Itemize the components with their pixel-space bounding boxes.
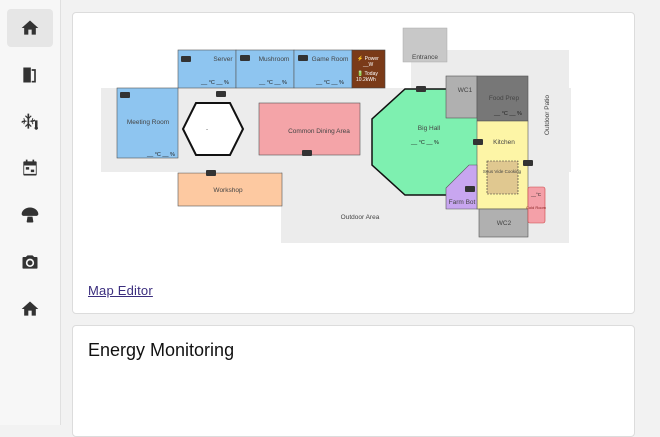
nav-house[interactable]	[7, 290, 53, 328]
sous-vide-station[interactable]	[486, 160, 519, 195]
energy-monitoring-title: Energy Monitoring	[88, 340, 235, 360]
camera-icon	[22, 255, 38, 269]
camera-icon[interactable]	[473, 139, 483, 145]
camera-icon[interactable]	[240, 55, 250, 61]
power-value: __W	[362, 62, 374, 68]
food-prep-label: Food Prep	[489, 95, 520, 102]
wc2-label: WC2	[497, 220, 512, 227]
floor-map: Outdoor Area Outdoor Patio Entrance Serv…	[101, 27, 571, 243]
sidebar	[0, 0, 61, 425]
power-label: ⚡ Power	[357, 55, 379, 62]
map-editor-link[interactable]: Map Editor	[88, 283, 153, 298]
nav-home[interactable]	[7, 9, 53, 47]
nav-rooms[interactable]	[7, 56, 53, 94]
game-room-label: Game Room	[312, 56, 349, 63]
farm-bot-label: Farm Bot	[449, 199, 476, 206]
camera-icon[interactable]	[416, 86, 426, 92]
entrance-label: Entrance	[412, 54, 438, 61]
sous-vide-label: Sous Vide Cooking	[483, 169, 522, 174]
cold-room-label: Cold Room	[526, 205, 547, 210]
outdoor-patio-label: Outdoor Patio	[544, 95, 551, 135]
camera-icon[interactable]	[465, 186, 475, 192]
snowflake-thermometer-icon	[21, 113, 38, 130]
today-value: 10.2kWh	[356, 77, 376, 83]
big-hall-reading: __ °C __ %	[410, 140, 439, 146]
nav-mushroom[interactable]	[7, 196, 53, 234]
hexagon-label: -	[206, 127, 208, 133]
server-reading: __ °C __ %	[200, 80, 229, 86]
camera-icon[interactable]	[206, 170, 216, 176]
wc1-label: WC1	[458, 87, 473, 94]
camera-icon[interactable]	[302, 150, 312, 156]
mushroom-icon	[21, 207, 39, 223]
game-room-reading: __ °C __ %	[315, 80, 344, 86]
house-icon	[21, 301, 39, 316]
nav-calendar[interactable]	[7, 149, 53, 187]
door-icon	[23, 67, 36, 83]
cold-room-reading: __°C	[530, 192, 542, 197]
meeting-room-label: Meeting Room	[127, 119, 169, 126]
kitchen-label: Kitchen	[493, 139, 515, 146]
camera-icon[interactable]	[298, 55, 308, 61]
mushroom-label: Mushroom	[259, 56, 290, 63]
camera-icon[interactable]	[181, 56, 191, 62]
food-prep-reading: __ °C __ %	[493, 111, 522, 117]
nav-climate[interactable]	[7, 103, 53, 141]
hexagon-room[interactable]	[181, 102, 245, 156]
server-label: Server	[213, 56, 233, 63]
energy-monitoring-card: Energy Monitoring	[72, 325, 635, 437]
workshop-label: Workshop	[213, 187, 243, 194]
calendar-icon	[23, 159, 37, 176]
big-hall-label: Big Hall	[418, 125, 441, 132]
common-dining-label: Common Dining Area	[288, 128, 350, 135]
home-icon	[21, 20, 39, 35]
page-scrollbar[interactable]	[648, 0, 660, 425]
room-wc1[interactable]	[445, 75, 478, 119]
today-label: 🔋 Today	[357, 70, 378, 77]
meeting-room-reading: __ °C __ %	[146, 152, 175, 158]
camera-icon[interactable]	[216, 91, 226, 97]
floor-map-card: Outdoor Area Outdoor Patio Entrance Serv…	[72, 12, 635, 314]
camera-icon[interactable]	[120, 92, 130, 98]
nav-camera[interactable]	[7, 243, 53, 281]
camera-icon[interactable]	[523, 160, 533, 166]
mushroom-reading: __ °C __ %	[258, 80, 287, 86]
outdoor-area-label: Outdoor Area	[341, 214, 380, 221]
